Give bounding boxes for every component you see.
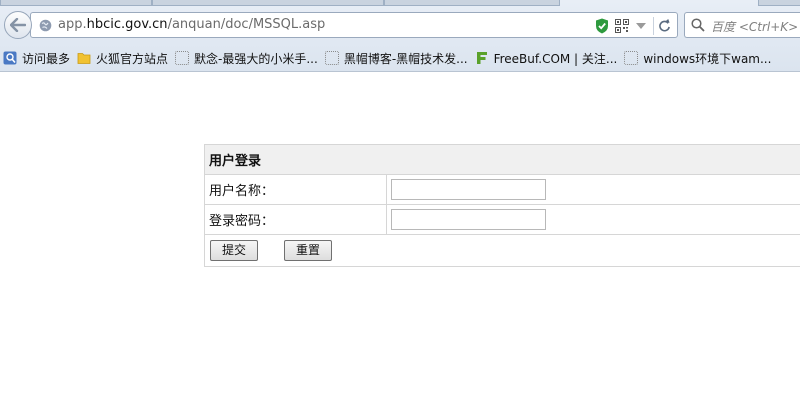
bookmark-label: 默念-最强大的小米手...: [194, 51, 318, 66]
username-row: 用户名称：: [204, 174, 800, 205]
history-dropdown-icon[interactable]: [635, 21, 647, 31]
reset-button[interactable]: 重置: [284, 240, 332, 261]
submit-button[interactable]: 提交: [210, 240, 258, 261]
url-bar[interactable]: app.hbcic.gov.cn/anquan/doc/MSSQL.asp: [30, 12, 678, 38]
url-prefix: app.: [58, 17, 87, 32]
bookmark-freebuf[interactable]: FreeBuf.COM | 关注...: [472, 47, 622, 69]
reload-icon[interactable]: [653, 17, 671, 35]
url-domain: hbcic.gov.cn: [86, 17, 168, 32]
tab[interactable]: [384, 0, 560, 6]
globe-icon: [39, 19, 52, 32]
username-cell: [386, 174, 800, 205]
shield-icon[interactable]: [595, 18, 609, 34]
url-path: /anquan/doc/MSSQL.asp: [167, 17, 326, 32]
search-placeholder: 百度 <Ctrl+K>: [711, 20, 799, 34]
bookmark-label: 火狐官方站点: [96, 51, 169, 66]
password-row: 登录密码：: [204, 204, 800, 235]
page-icon: [624, 51, 639, 65]
bookmarks-toolbar: 访问最多 火狐官方站点 默念-最强大的小米手... 黑帽博客-黑帽技术发... …: [0, 46, 800, 70]
password-input[interactable]: [391, 209, 546, 230]
search-icon: [691, 18, 705, 32]
most-visited-icon: [3, 51, 17, 65]
bookmark-label: 黑帽博客-黑帽技术发...: [343, 51, 468, 66]
tab[interactable]: [0, 0, 152, 6]
tab[interactable]: [758, 0, 800, 6]
navigation-bar: app.hbcic.gov.cn/anquan/doc/MSSQL.asp 百度…: [0, 8, 800, 42]
bookmark-xiaomi[interactable]: 默念-最强大的小米手...: [172, 47, 322, 69]
bookmark-most-visited[interactable]: 访问最多: [0, 47, 74, 69]
username-input[interactable]: [391, 179, 546, 200]
login-title: 用户登录: [204, 144, 800, 175]
button-row: 提交 重置: [204, 234, 800, 267]
login-form: 用户登录 用户名称： 登录密码： 提交 重置: [204, 144, 800, 267]
arrow-left-icon: [10, 18, 26, 32]
search-bar[interactable]: 百度 <Ctrl+K>: [684, 12, 800, 38]
url-text[interactable]: app.hbcic.gov.cn/anquan/doc/MSSQL.asp: [58, 17, 325, 32]
tab[interactable]: [152, 0, 384, 6]
login-form-header: 用户登录: [204, 144, 800, 175]
browser-chrome: app.hbcic.gov.cn/anquan/doc/MSSQL.asp 百度…: [0, 0, 800, 72]
bookmark-label: 访问最多: [22, 51, 71, 66]
bookmark-firefox-site[interactable]: 火狐官方站点: [74, 47, 172, 69]
page-icon: [324, 51, 339, 65]
username-label: 用户名称：: [204, 174, 387, 205]
button-cell: 提交 重置: [204, 234, 800, 267]
bookmark-label: windows环境下wam...: [643, 51, 772, 66]
freebuf-icon: [476, 52, 487, 64]
back-button[interactable]: [4, 11, 32, 39]
bookmark-label: FreeBuf.COM | 关注...: [493, 51, 618, 66]
page-icon: [175, 51, 190, 65]
bookmark-windows-wamp[interactable]: windows环境下wam...: [621, 47, 775, 69]
password-label: 登录密码：: [204, 204, 387, 235]
url-bar-icons: [595, 16, 671, 36]
qr-code-icon[interactable]: [615, 19, 629, 33]
folder-icon: [77, 53, 91, 64]
password-cell: [386, 204, 800, 235]
bookmark-blackhat-blog[interactable]: 黑帽博客-黑帽技术发...: [322, 47, 472, 69]
tab-strip: [0, 0, 800, 6]
